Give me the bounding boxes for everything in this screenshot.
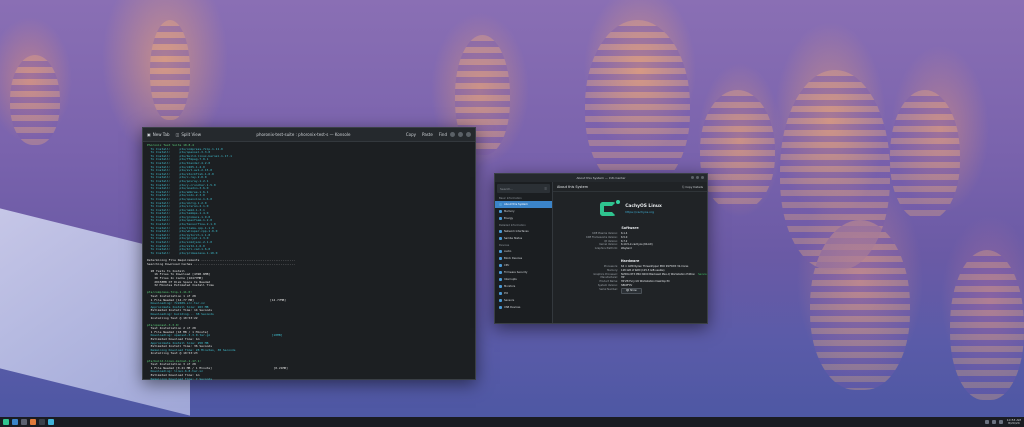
category-icon	[499, 264, 502, 267]
info-center-sidebar: Search... ☰ Basic Information About this …	[495, 182, 553, 323]
clock[interactable]: 10:53 AM 8/20/24	[1007, 419, 1021, 425]
split-view-button[interactable]: ◫ Split View	[176, 132, 201, 137]
minimize-icon[interactable]	[691, 176, 694, 179]
sidebar-item-interrupts[interactable]: Interrupts	[495, 276, 552, 283]
browser-icon[interactable]	[30, 419, 36, 425]
sidebar-item-network-interfaces[interactable]: Network Interfaces	[495, 228, 552, 235]
software-row: Graphics Platform: Wayland	[594, 247, 632, 251]
hardware-heading: Hardware	[620, 258, 640, 263]
distro-brand: CachyOS Linux https://cachyos.org	[553, 200, 707, 218]
category-icon	[499, 217, 502, 220]
notifications-icon[interactable]	[998, 420, 1003, 424]
copy-details-button[interactable]: ⎘ Copy Details	[682, 185, 703, 189]
info-center-icon[interactable]	[48, 419, 54, 425]
close-icon[interactable]	[701, 176, 704, 179]
info-center-titlebar[interactable]: About this System — Info Center	[495, 174, 707, 182]
sidebar-item-monitors[interactable]: Monitors	[495, 283, 552, 290]
distro-name: CachyOS Linux	[625, 204, 662, 209]
minimize-icon[interactable]	[450, 132, 455, 137]
copy-button[interactable]: Copy	[406, 132, 416, 137]
maximize-icon[interactable]	[696, 176, 699, 179]
category-icon	[499, 257, 502, 260]
maximize-icon[interactable]	[458, 132, 463, 137]
close-icon[interactable]	[466, 132, 471, 137]
page-title: About this System	[557, 184, 589, 189]
sidebar-item-audio[interactable]: Audio	[495, 248, 552, 255]
distro-url[interactable]: https://cachyos.org	[625, 210, 662, 214]
info-center-main: About this System ⎘ Copy Details CachyOS…	[553, 182, 707, 323]
sidebar-item-energy[interactable]: Energy	[495, 215, 552, 222]
status-badge: Secure	[698, 272, 707, 276]
terminal-line: Remaining Download Time: 7 Seconds	[147, 377, 213, 380]
category-icon	[499, 299, 502, 302]
serial-row: Serial Number: 👁 Show	[553, 287, 707, 294]
sidebar-item-samba-status[interactable]: Samba Status	[495, 235, 552, 242]
sidebar-item-memory[interactable]: Memory	[495, 208, 552, 215]
pager-icon[interactable]	[12, 419, 18, 425]
new-tab-button[interactable]: ▣ New Tab	[147, 132, 170, 137]
category-icon	[499, 285, 502, 288]
category-icon	[499, 230, 502, 233]
hamburger-menu-icon[interactable]: ☰	[544, 187, 547, 191]
sidebar-item-firmware-security[interactable]: Firmware Security	[495, 269, 552, 276]
category-icon	[499, 203, 502, 206]
taskbar: 10:53 AM 8/20/24	[0, 417, 1024, 427]
split-icon: ◫	[175, 132, 180, 137]
paste-button[interactable]: Paste	[422, 132, 433, 137]
konsole-titlebar[interactable]: ▣ New Tab ◫ Split View phoronix-test-suite…	[143, 128, 475, 142]
sidebar-item-block-devices[interactable]: Block Devices	[495, 255, 552, 262]
terminal-icon[interactable]	[39, 419, 45, 425]
sidebar-item-cpu[interactable]: CPU	[495, 262, 552, 269]
konsole-window[interactable]: ▣ New Tab ◫ Split View phoronix-test-suite…	[142, 127, 476, 380]
cachyos-logo-icon	[598, 200, 621, 218]
system-tray	[984, 420, 1003, 424]
info-center-window[interactable]: About this System — Info Center Search..…	[494, 173, 708, 324]
category-icon	[499, 210, 502, 213]
app-launcher-icon[interactable]	[3, 419, 9, 425]
konsole-title: phoronix-test-suite : phoronix-test-s — …	[256, 132, 351, 137]
sidebar-item-usb-devices[interactable]: USB Devices	[495, 304, 552, 311]
category-icon	[499, 292, 502, 295]
find-button[interactable]: Find	[439, 132, 447, 137]
category-icon	[499, 237, 502, 240]
file-manager-icon[interactable]	[21, 419, 27, 425]
software-heading: Software	[621, 226, 639, 230]
terminal-output[interactable]: Phoronix Test Suite 10.8.4 To Install: p…	[143, 142, 475, 380]
category-icon	[499, 278, 502, 281]
new-tab-icon: ▣	[147, 132, 151, 137]
category-icon	[499, 250, 502, 253]
sidebar-item-about-this-system[interactable]: About this System	[495, 201, 552, 208]
search-field[interactable]: Search... ☰	[497, 184, 550, 193]
sidebar-item-sensors[interactable]: Sensors	[495, 297, 552, 304]
category-icon	[499, 306, 502, 309]
volume-icon[interactable]	[991, 420, 996, 424]
sidebar-item-pci[interactable]: PCI	[495, 290, 552, 297]
category-icon	[499, 271, 502, 274]
show-serial-button[interactable]: 👁 Show	[621, 287, 642, 294]
network-icon[interactable]	[984, 420, 989, 424]
